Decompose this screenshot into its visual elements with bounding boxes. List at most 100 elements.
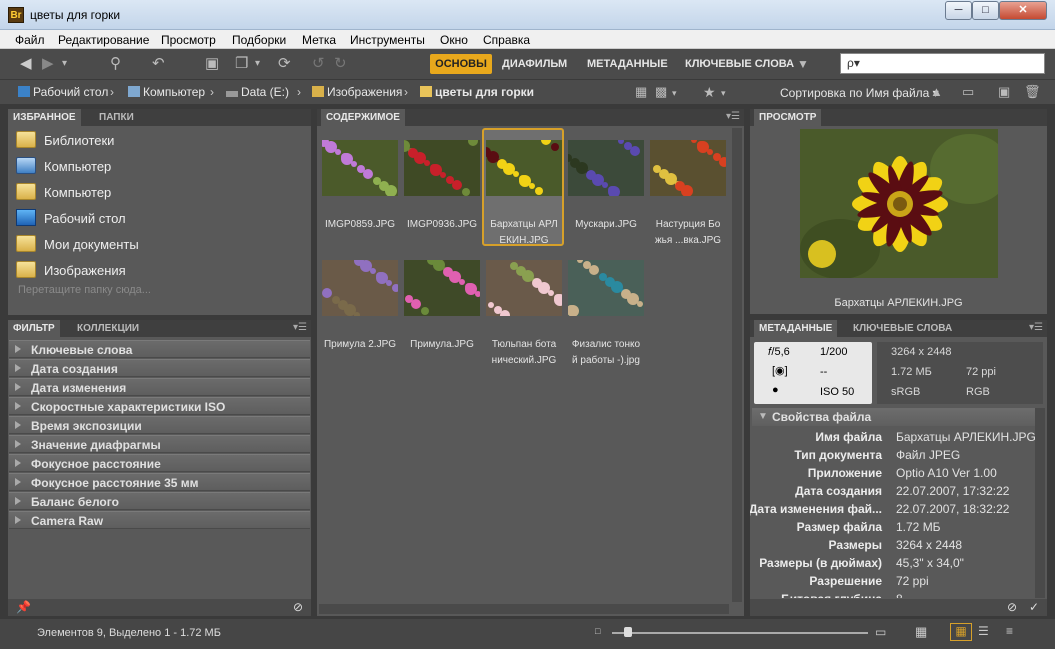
sort-dropdown[interactable]: Сортировка по Имя файла ▾ <box>780 86 939 100</box>
fav-desktop[interactable]: Рабочий стол <box>16 209 126 231</box>
fav-documents[interactable]: Мои документы <box>16 235 139 257</box>
preview-image[interactable] <box>800 129 998 278</box>
camera-icon[interactable]: ▣ <box>205 55 219 73</box>
menu-bar: Файл Редактирование Просмотр Подборки Ме… <box>0 30 1055 49</box>
maximize-button[interactable]: □ <box>972 1 999 20</box>
menu-window[interactable]: Окно <box>440 33 468 47</box>
workspace-filmstrip-tab[interactable]: ДИАФИЛЬМ <box>502 54 567 74</box>
fav-computer-folder[interactable]: Компьютер <box>16 183 111 205</box>
filter-row[interactable]: Дата изменения <box>9 378 310 396</box>
metadata-row: Размеры 3264 x 2448 <box>828 538 963 552</box>
workspace-keywords-tab[interactable]: КЛЮЧЕВЫЕ СЛОВА <box>685 54 794 74</box>
apply-check-icon[interactable]: ✓ <box>1029 600 1039 614</box>
chevron-down-icon[interactable]: ▾ <box>672 84 677 102</box>
menu-file[interactable]: Файл <box>15 33 45 47</box>
thumbnail-image <box>486 140 562 196</box>
content-panel: СОДЕРЖИМОЕ ▾☰ IMGP0859.JPG IMGP0936.JPG Ба… <box>317 109 744 616</box>
crumb-drive[interactable]: Data (E:) <box>226 85 289 99</box>
new-folder-icon[interactable]: ▣ <box>998 83 1010 101</box>
status-text: Элементов 9, Выделено 1 - 1.72 МБ <box>37 627 221 639</box>
crumb-current-folder[interactable]: цветы для горки <box>420 85 534 99</box>
view-details-icon[interactable]: ☰ <box>978 624 989 638</box>
status-bar: Элементов 9, Выделено 1 - 1.72 МБ □ ▭ ▦ … <box>0 619 1055 649</box>
menu-help[interactable]: Справка <box>483 33 530 47</box>
rotate-left-icon[interactable]: ↺ <box>312 55 325 73</box>
crumb-computer[interactable]: Компьютер <box>128 85 205 99</box>
view-list-icon[interactable]: ≡ <box>1006 624 1013 638</box>
tab-filter[interactable]: ФИЛЬТР <box>8 320 60 337</box>
rotate-right-icon[interactable]: ↻ <box>334 55 347 73</box>
fav-images[interactable]: Изображения <box>16 261 126 283</box>
chevron-right-icon[interactable]: › <box>110 85 114 99</box>
window-title: цветы для горки <box>30 8 121 22</box>
filter-row[interactable]: Скоростные характеристики ISO <box>9 397 310 415</box>
menu-edit[interactable]: Редактирование <box>58 33 149 47</box>
filter-row[interactable]: Баланс белого <box>9 492 310 510</box>
thumb-small-icon[interactable]: □ <box>595 626 600 636</box>
chevron-right-icon[interactable]: › <box>210 85 214 99</box>
vertical-scrollbar[interactable] <box>732 128 742 602</box>
workspace-essentials-tab[interactable]: ОСНОВЫ <box>430 54 492 74</box>
filter-row[interactable]: Фокусное расстояние <box>9 454 310 472</box>
sync-icon[interactable]: ⟳ <box>278 55 291 73</box>
workspace-metadata-tab[interactable]: МЕТАДАННЫЕ <box>587 54 668 74</box>
close-button[interactable]: ✕ <box>999 1 1047 20</box>
metadata-row: Имя файла Бархатцы АРЛЕКИН.JPG <box>815 430 1035 444</box>
open-recent-icon[interactable]: ▭ <box>962 83 974 101</box>
crumb-images[interactable]: Изображения <box>312 85 402 99</box>
tab-folders[interactable]: ПАПКИ <box>94 109 139 126</box>
filter-row[interactable]: Дата создания <box>9 359 310 377</box>
panel-menu-icon[interactable]: ▾☰ <box>726 111 740 122</box>
chevron-down-icon[interactable]: ▾ <box>721 84 726 102</box>
chevron-down-icon[interactable]: ▾ <box>62 55 67 73</box>
tab-collections[interactable]: КОЛЛЕКЦИИ <box>72 320 144 337</box>
menu-tools[interactable]: Инструменты <box>350 33 425 47</box>
menu-label[interactable]: Метка <box>302 33 336 47</box>
filter-row[interactable]: Время экспозиции <box>9 416 310 434</box>
chevron-right-icon[interactable]: › <box>297 85 301 99</box>
filter-row[interactable]: Ключевые слова <box>9 340 310 358</box>
refine-icon[interactable]: ❐ <box>235 55 248 73</box>
tab-favorites[interactable]: ИЗБРАННОЕ <box>8 109 81 126</box>
tab-preview[interactable]: ПРОСМОТР <box>754 109 822 126</box>
thumbnail-size-slider[interactable] <box>612 632 868 634</box>
forward-arrow-icon[interactable]: ▶ <box>42 55 54 73</box>
drop-folder-hint: Перетащите папку сюда... <box>18 284 151 296</box>
fav-libraries[interactable]: Библиотеки <box>16 131 114 153</box>
chevron-right-icon[interactable]: › <box>404 85 408 99</box>
computer-icon <box>16 157 36 174</box>
search-input[interactable]: ρ▾ <box>840 53 1045 74</box>
filter-row[interactable]: Camera Raw <box>9 511 310 529</box>
back-arrow-icon[interactable]: ◀ <box>20 55 32 73</box>
pin-icon[interactable]: 📌 <box>16 600 31 614</box>
chevron-down-icon[interactable]: ▾ <box>255 55 260 73</box>
trash-icon[interactable]: 🗑 <box>1024 83 1041 101</box>
panel-menu-icon[interactable]: ▾☰ <box>293 322 307 333</box>
minimize-button[interactable]: ─ <box>945 1 972 20</box>
vertical-scrollbar[interactable] <box>1035 408 1045 598</box>
view-thumbnails-icon[interactable]: ▦ <box>950 623 972 641</box>
clear-filter-icon[interactable]: ⊘ <box>293 600 303 614</box>
horizontal-scrollbar[interactable] <box>319 604 729 614</box>
sort-ascending-icon[interactable]: ▲ <box>930 83 943 101</box>
star-filter-icon[interactable]: ★ <box>703 83 716 101</box>
workspace-menu-chevron-icon[interactable]: ▼ <box>797 55 809 73</box>
return-icon[interactable]: ↶ <box>152 55 165 73</box>
expand-triangle-icon <box>15 364 21 372</box>
quality-icon[interactable]: ▦ <box>635 83 647 101</box>
metadata-row: Размер файла 1.72 МБ <box>796 520 941 534</box>
slider-handle[interactable] <box>624 627 632 637</box>
lock-grid-icon[interactable]: ▦ <box>915 624 927 640</box>
menu-view[interactable]: Просмотр <box>161 33 216 47</box>
crumb-desktop[interactable]: Рабочий стол <box>18 85 108 99</box>
filter-row[interactable]: Фокусное расстояние 35 мм <box>9 473 310 491</box>
grid-icon[interactable]: ▩ <box>655 83 667 101</box>
expand-triangle-icon <box>15 459 21 467</box>
menu-stacks[interactable]: Подборки <box>232 33 286 47</box>
recent-folder-icon[interactable]: ⚲ <box>110 55 121 73</box>
cancel-icon[interactable]: ⊘ <box>1007 600 1017 614</box>
filter-row[interactable]: Значение диафрагмы <box>9 435 310 453</box>
fav-computer[interactable]: Компьютер <box>16 157 111 179</box>
thumb-large-icon[interactable]: ▭ <box>875 625 886 639</box>
tab-content[interactable]: СОДЕРЖИМОЕ <box>321 109 405 126</box>
